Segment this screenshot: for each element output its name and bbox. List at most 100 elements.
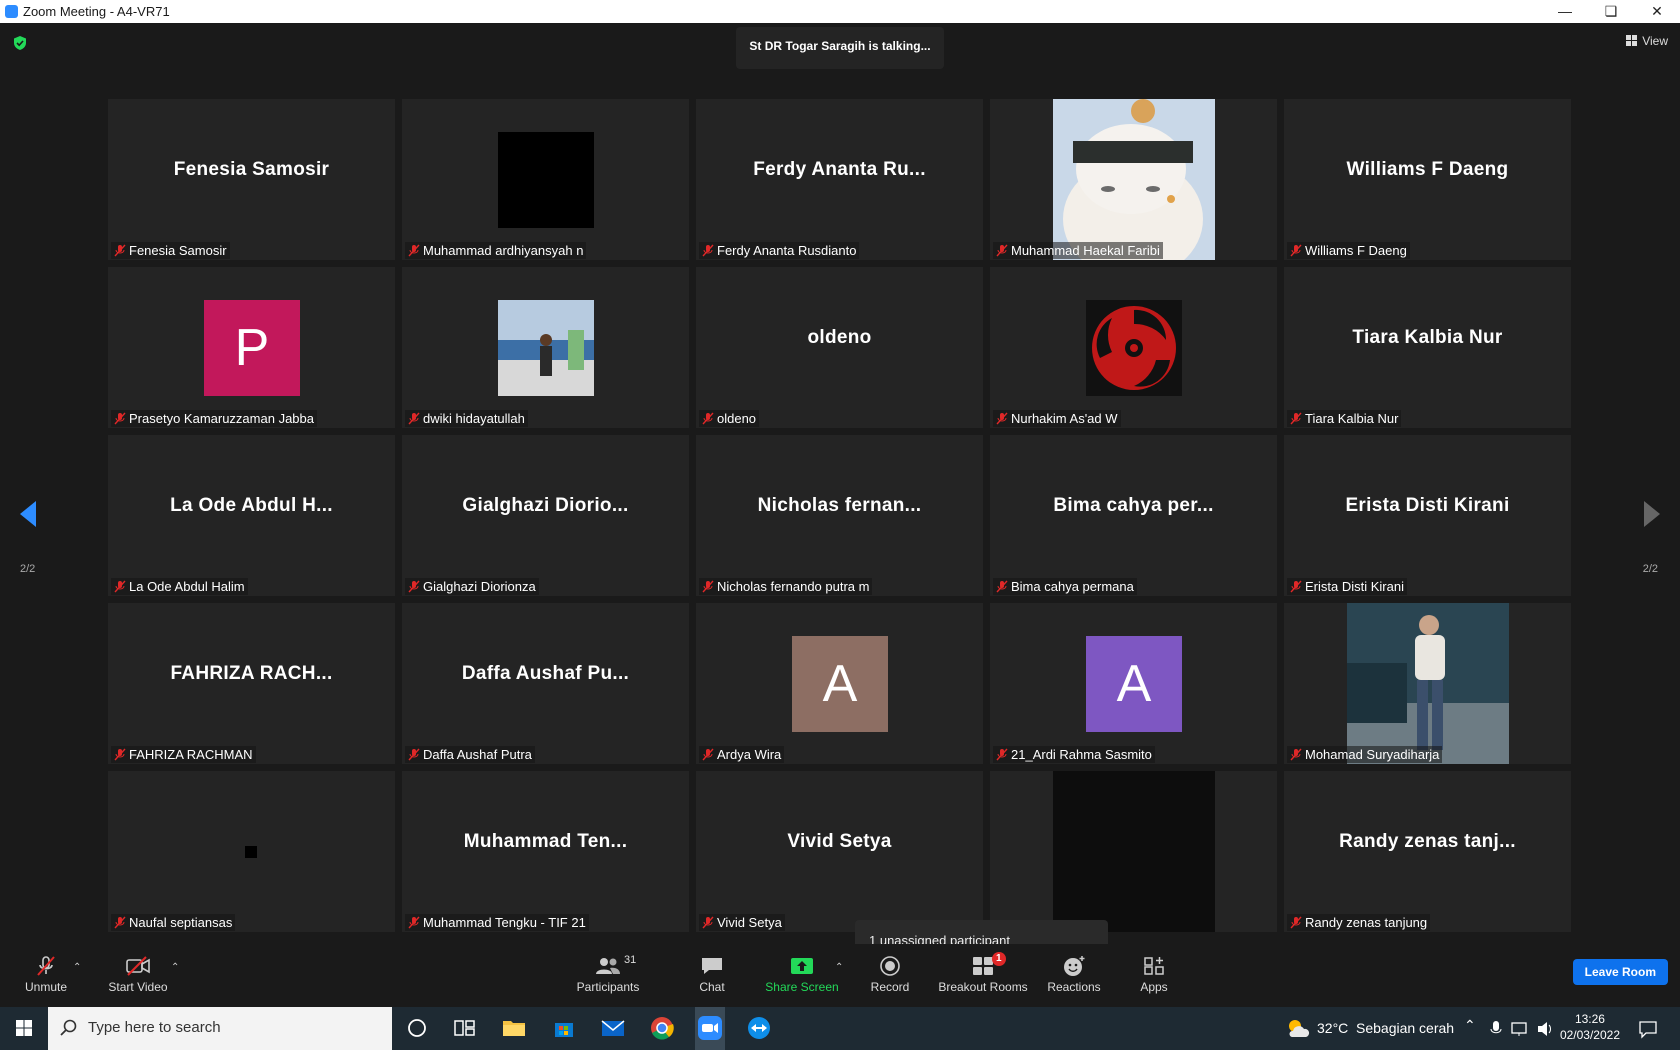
meeting-area: St DR Togar Saragih is talking... View 2…: [0, 23, 1680, 971]
leave-room-button[interactable]: Leave Room: [1572, 959, 1668, 985]
teamviewer-icon[interactable]: [746, 1015, 772, 1041]
participant-profile-image: [498, 132, 594, 228]
participant-display-name: Muhammad Ten...: [463, 831, 628, 852]
microsoft-store-icon[interactable]: [551, 1015, 577, 1041]
participant-name-tag: Ferdy Ananta Rusdianto: [699, 242, 860, 259]
participants-count: 31: [624, 954, 637, 966]
breakout-rooms-button[interactable]: 1 Breakout Rooms: [938, 952, 1028, 994]
encryption-shield-icon[interactable]: [12, 35, 28, 51]
audio-options-caret-icon[interactable]: ⌃: [73, 962, 81, 973]
participant-name-tag: Nurhakim As'ad W: [993, 410, 1121, 427]
apps-button[interactable]: Apps: [1138, 954, 1170, 994]
volume-icon[interactable]: [1536, 1020, 1556, 1038]
unmute-button[interactable]: Unmute: [22, 954, 70, 994]
participant-tile[interactable]: Randy zenas tanj... Randy zenas tanjung: [1284, 771, 1571, 932]
participant-tile[interactable]: Fenesia Samosir Fenesia Samosir: [108, 99, 395, 260]
participant-tile[interactable]: Bima cahya per... Bima cahya permana: [990, 435, 1277, 596]
taskbar-search-box[interactable]: Type here to search: [48, 1007, 392, 1050]
participant-name-tag: Ardya Wira: [699, 746, 785, 763]
weather-description[interactable]: Sebagian cerah: [1356, 1020, 1454, 1036]
participant-tile[interactable]: Ferdy Ananta Ru... Ferdy Ananta Rusdianto: [696, 99, 983, 260]
taskbar-clock[interactable]: 13:26 02/03/2022: [1560, 1011, 1620, 1043]
participant-tile[interactable]: La Ode Abdul H... La Ode Abdul Halim: [108, 435, 395, 596]
participant-tile[interactable]: Naufal septiansas: [108, 771, 395, 932]
previous-page-arrow-icon[interactable]: [18, 499, 38, 529]
video-off-icon: [126, 956, 150, 976]
participant-name-tag: Daffa Aushaf Putra: [405, 746, 535, 763]
participant-tile[interactable]: FAHRIZA RACH... FAHRIZA RACHMAN: [108, 603, 395, 764]
participant-name-tag: La Ode Abdul Halim: [111, 578, 248, 595]
participant-tile[interactable]: Tiara Kalbia Nur Tiara Kalbia Nur: [1284, 267, 1571, 428]
weather-sun-cloud-icon[interactable]: [1286, 1017, 1310, 1039]
notifications-icon[interactable]: [1638, 1019, 1658, 1039]
muted-mic-icon: [1290, 748, 1302, 761]
participant-tile[interactable]: Daffa Aushaf Pu... Daffa Aushaf Putra: [402, 603, 689, 764]
windows-start-icon[interactable]: [0, 1007, 48, 1050]
video-options-caret-icon[interactable]: ⌃: [171, 962, 179, 973]
participant-tile[interactable]: Muhammad Ten... Muhammad Tengku - TIF 21: [402, 771, 689, 932]
tray-microphone-icon[interactable]: [1490, 1020, 1502, 1038]
cortana-icon[interactable]: [404, 1015, 430, 1041]
participant-tile[interactable]: Williams F Daeng Williams F Daeng: [1284, 99, 1571, 260]
task-view-icon[interactable]: [451, 1015, 477, 1041]
participant-name: Erista Disti Kirani: [1305, 579, 1404, 594]
participant-tile[interactable]: Muhammad Haekal Faribi: [990, 99, 1277, 260]
file-explorer-icon[interactable]: [501, 1015, 527, 1041]
participant-tile[interactable]: A 21_Ardi Rahma Sasmito: [990, 603, 1277, 764]
participant-display-name: Vivid Setya: [787, 831, 892, 852]
participant-name: Vivid Setya: [717, 915, 782, 930]
participant-tile[interactable]: Mohamad Suryadiharja: [1284, 603, 1571, 764]
weather-temperature[interactable]: 32°C: [1317, 1020, 1348, 1036]
participant-name: Daffa Aushaf Putra: [423, 747, 532, 762]
chat-icon: [702, 958, 722, 974]
muted-mic-icon: [996, 412, 1008, 425]
participant-tile[interactable]: A Ardya Wira: [696, 603, 983, 764]
participant-tile[interactable]: oldeno oldeno: [696, 267, 983, 428]
view-button[interactable]: View: [1626, 34, 1668, 48]
participants-button[interactable]: 31 Participants: [572, 954, 644, 994]
participant-tile[interactable]: [990, 771, 1277, 932]
participant-name-tag: Muhammad ardhiyansyah n: [405, 242, 587, 259]
participant-tile[interactable]: P Prasetyo Kamaruzzaman Jabba: [108, 267, 395, 428]
show-hidden-icons-caret-icon[interactable]: ⌃: [1464, 1017, 1476, 1034]
participant-name: Muhammad ardhiyansyah n: [423, 243, 584, 258]
participant-tile[interactable]: Muhammad ardhiyansyah n: [402, 99, 689, 260]
participant-name-tag: Williams F Daeng: [1287, 242, 1410, 259]
reactions-icon: [1064, 956, 1085, 976]
mail-icon[interactable]: [600, 1015, 626, 1041]
zoom-taskbar-button[interactable]: [695, 1007, 725, 1050]
chrome-icon[interactable]: [649, 1015, 675, 1041]
participant-tile[interactable]: Erista Disti Kirani Erista Disti Kirani: [1284, 435, 1571, 596]
share-screen-button[interactable]: Share Screen: [764, 954, 840, 994]
participant-name: Ardya Wira: [717, 747, 782, 762]
muted-mic-icon: [114, 916, 126, 929]
share-screen-icon: [791, 958, 813, 974]
participant-name: oldeno: [717, 411, 757, 426]
next-page-arrow-icon[interactable]: [1642, 499, 1662, 529]
reactions-button[interactable]: Reactions: [1046, 954, 1102, 994]
participant-tile[interactable]: dwiki hidayatullah: [402, 267, 689, 428]
participant-display-name: oldeno: [807, 327, 872, 348]
share-options-caret-icon[interactable]: ⌃: [835, 962, 843, 973]
minimize-button[interactable]: —: [1542, 0, 1588, 23]
reactions-label: Reactions: [1047, 980, 1101, 994]
network-icon[interactable]: [1510, 1020, 1530, 1038]
participant-tile[interactable]: Nicholas fernan... Nicholas fernando putr…: [696, 435, 983, 596]
chat-button[interactable]: Chat: [692, 954, 732, 994]
muted-mic-icon: [114, 244, 126, 257]
restore-button[interactable]: ❏: [1588, 0, 1634, 23]
close-button[interactable]: ✕: [1634, 0, 1680, 23]
record-button[interactable]: Record: [870, 954, 910, 994]
muted-mic-icon: [996, 748, 1008, 761]
participant-display-name: Daffa Aushaf Pu...: [461, 663, 630, 684]
participant-tile[interactable]: Nurhakim As'ad W: [990, 267, 1277, 428]
breakout-rooms-badge: 1: [992, 952, 1006, 966]
start-video-button[interactable]: Start Video: [106, 954, 170, 994]
participant-tile[interactable]: Gialghazi Diorio... Gialghazi Diorionza: [402, 435, 689, 596]
muted-mic-icon: [1290, 580, 1302, 593]
start-video-label: Start Video: [108, 980, 168, 994]
participant-name-tag: Naufal septiansas: [111, 914, 236, 931]
participant-tile[interactable]: Vivid Setya Vivid Setya: [696, 771, 983, 932]
participant-display-name: Bima cahya per...: [1053, 495, 1214, 516]
muted-mic-icon: [1290, 916, 1302, 929]
